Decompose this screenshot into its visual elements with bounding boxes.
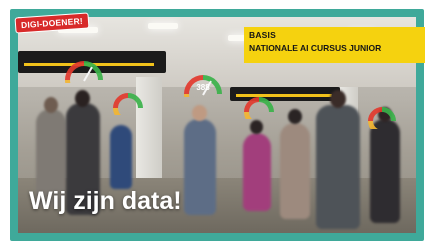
speed-gauge-icon [113,93,143,115]
gauge-arc [244,97,274,119]
crowd-head [192,105,207,121]
thumbnail-headline: Wij zijn data! [29,187,182,215]
course-title: NATIONALE AI CURSUS JUNIOR [249,43,382,53]
course-level: BASIS [249,30,276,40]
crowd-person [316,105,360,229]
crowd-person [280,123,310,219]
crowd-person [243,133,271,211]
crowd-head [44,97,58,113]
speed-gauge-icon: 388 [184,75,222,97]
crowd-person [184,119,216,215]
crowd-person [110,125,132,189]
ceiling-light [148,23,178,29]
crowd-person [370,119,400,223]
course-label: BASIS NATIONALE AI CURSUS JUNIOR [244,27,425,63]
crowd-head [75,90,90,107]
speed-gauge-icon [65,61,103,83]
speed-gauge-icon [244,97,274,119]
crowd-head [250,120,263,134]
gauge-arc [113,93,143,115]
gauge-value: 388 [196,83,210,92]
crowd-head [330,90,346,108]
speed-gauge-icon [368,107,396,129]
crowd-head [288,109,302,124]
gauge-arc [368,107,396,129]
